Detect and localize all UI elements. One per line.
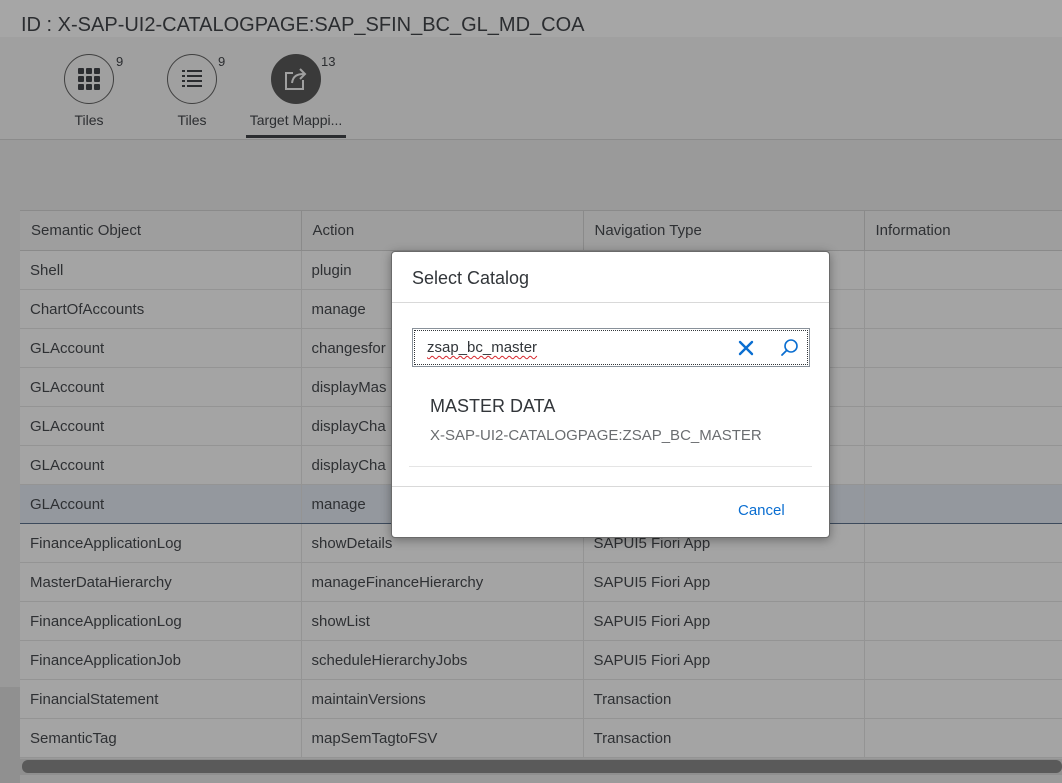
cancel-button[interactable]: Cancel bbox=[738, 502, 785, 519]
cell-semantic-object: GLAccount bbox=[20, 406, 302, 446]
catalog-page: ID : X-SAP-UI2-CATALOGPAGE:SAP_SFIN_BC_G… bbox=[0, 0, 1062, 783]
cell-information bbox=[864, 679, 1062, 719]
left-edge-panel bbox=[0, 687, 20, 783]
cell-information bbox=[864, 250, 1062, 290]
result-title: MASTER DATA bbox=[430, 396, 556, 416]
cell-semantic-object: GLAccount bbox=[20, 367, 302, 407]
select-catalog-dialog: Select Catalog zsap_bc_master MASTER DAT… bbox=[391, 251, 830, 538]
cell-semantic-object: FinancialStatement bbox=[20, 679, 302, 719]
column-header-navigation-type[interactable]: Navigation Type bbox=[583, 210, 865, 251]
tab-count: 9 bbox=[218, 54, 226, 69]
dialog-title: Select Catalog bbox=[412, 268, 530, 288]
cell-semantic-object: FinanceApplicationLog bbox=[20, 523, 302, 563]
search-icon[interactable] bbox=[780, 338, 800, 358]
dialog-footer-divider bbox=[392, 486, 829, 487]
cell-semantic-object: FinanceApplicationLog bbox=[20, 601, 302, 641]
scrollbar-thumb[interactable] bbox=[22, 760, 1062, 773]
header-divider bbox=[0, 139, 1062, 140]
cell-action: manageFinanceHierarchy bbox=[301, 562, 584, 602]
tab-tiles-list[interactable]: 9 Tiles bbox=[142, 54, 242, 128]
cell-information bbox=[864, 289, 1062, 329]
tab-count: 9 bbox=[116, 54, 124, 69]
cell-action: maintainVersions bbox=[301, 679, 584, 719]
cell-semantic-object: MasterDataHierarchy bbox=[20, 562, 302, 602]
table-header-row: Semantic Object Action Navigation Type I… bbox=[20, 210, 1062, 251]
cell-information bbox=[864, 367, 1062, 407]
table-row[interactable]: FinanceApplicationJob scheduleHierarchyJo… bbox=[20, 640, 1062, 680]
tab-label: Tiles bbox=[177, 112, 207, 128]
table-row[interactable]: FinancialStatement maintainVersions Transa… bbox=[20, 679, 1062, 719]
tab-count: 13 bbox=[321, 54, 336, 69]
list-icon bbox=[167, 54, 217, 104]
grid-icon bbox=[64, 54, 114, 104]
cell-information bbox=[864, 328, 1062, 368]
column-header-information[interactable]: Information bbox=[864, 210, 1062, 251]
cell-information bbox=[864, 718, 1062, 758]
cell-action: scheduleHierarchyJobs bbox=[301, 640, 584, 680]
table-row[interactable]: FinanceApplicationLog showList SAPUI5 Fior… bbox=[20, 601, 1062, 641]
selected-tab-indicator bbox=[246, 135, 346, 138]
page-title: ID : X-SAP-UI2-CATALOGPAGE:SAP_SFIN_BC_G… bbox=[21, 14, 585, 36]
table-row[interactable]: MasterDataHierarchy manageFinanceHierarch… bbox=[20, 562, 1062, 602]
cell-information bbox=[864, 562, 1062, 602]
tab-label: Target Mappi... bbox=[249, 112, 343, 128]
cell-semantic-object: FinanceApplicationJob bbox=[20, 640, 302, 680]
column-header-semantic-object[interactable]: Semantic Object bbox=[20, 210, 302, 251]
cell-information bbox=[864, 406, 1062, 446]
cell-navigation-type: SAPUI5 Fiori App bbox=[583, 640, 865, 680]
cell-semantic-object: Shell bbox=[20, 250, 302, 290]
object-page-header: ID : X-SAP-UI2-CATALOGPAGE:SAP_SFIN_BC_G… bbox=[0, 0, 1062, 140]
cell-navigation-type: Transaction bbox=[583, 718, 865, 758]
column-header-action[interactable]: Action bbox=[301, 210, 584, 251]
tab-label: Tiles bbox=[74, 112, 104, 128]
cell-navigation-type: SAPUI5 Fiori App bbox=[583, 562, 865, 602]
cell-navigation-type: Transaction bbox=[583, 679, 865, 719]
cell-information bbox=[864, 523, 1062, 563]
cell-information bbox=[864, 601, 1062, 641]
search-input-value[interactable]: zsap_bc_master bbox=[427, 339, 537, 356]
result-divider bbox=[409, 466, 812, 467]
tab-tiles-grid[interactable]: 9 Tiles bbox=[39, 54, 139, 128]
cell-navigation-type: SAPUI5 Fiori App bbox=[583, 601, 865, 641]
dialog-header-divider bbox=[392, 302, 829, 303]
cell-information bbox=[864, 445, 1062, 485]
cell-semantic-object: GLAccount bbox=[20, 328, 302, 368]
cell-semantic-object: SemanticTag bbox=[20, 718, 302, 758]
share-icon bbox=[271, 54, 321, 104]
cell-semantic-object: ChartOfAccounts bbox=[20, 289, 302, 329]
cell-information bbox=[864, 640, 1062, 680]
catalog-search-field[interactable]: zsap_bc_master bbox=[412, 328, 810, 367]
cell-semantic-object: GLAccount bbox=[20, 445, 302, 485]
catalog-result-item[interactable]: MASTER DATA X-SAP-UI2-CATALOGPAGE:ZSAP_B… bbox=[409, 384, 812, 467]
cell-information bbox=[864, 484, 1062, 524]
clear-icon[interactable] bbox=[736, 338, 756, 358]
result-description: X-SAP-UI2-CATALOGPAGE:ZSAP_BC_MASTER bbox=[430, 427, 762, 444]
tab-target-mappings[interactable]: 13 Target Mappi... bbox=[246, 54, 346, 128]
table-row[interactable]: SemanticTag mapSemTagtoFSV Transaction bbox=[20, 718, 1062, 758]
cell-semantic-object: GLAccount bbox=[20, 484, 302, 524]
cell-action: mapSemTagtoFSV bbox=[301, 718, 584, 758]
cell-action: showList bbox=[301, 601, 584, 641]
